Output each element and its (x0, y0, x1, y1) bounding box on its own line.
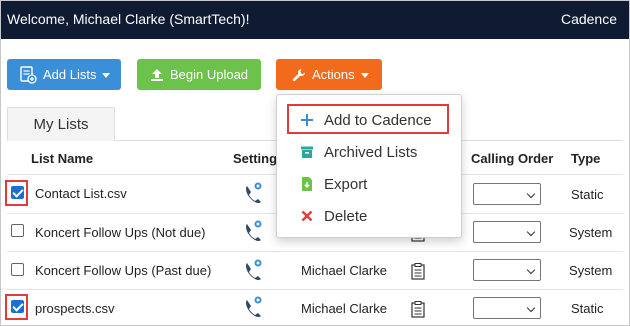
column-header-calling-order: Calling Order (471, 151, 554, 166)
column-header-setting: Setting (233, 151, 278, 166)
archive-icon (299, 144, 315, 160)
list-type: Static (571, 187, 604, 202)
calling-order-select[interactable] (473, 183, 541, 205)
highlight-box (287, 104, 449, 134)
calling-order-select[interactable] (473, 297, 541, 319)
list-name[interactable]: Contact List.csv (35, 186, 127, 201)
menu-item-export[interactable]: Export (277, 169, 461, 199)
row-checkbox[interactable] (11, 300, 24, 313)
row-checkbox[interactable] (11, 263, 24, 276)
delete-x-icon (299, 208, 315, 224)
menu-item-delete[interactable]: Delete (277, 201, 461, 231)
add-list-icon (19, 65, 37, 84)
row-divider (7, 289, 623, 290)
add-lists-button[interactable]: Add Lists (7, 59, 121, 90)
tab-label: My Lists (33, 116, 89, 133)
begin-upload-label: Begin Upload (169, 67, 249, 82)
begin-upload-button[interactable]: Begin Upload (137, 59, 261, 90)
chevron-down-icon (360, 72, 369, 78)
actions-label: Actions (312, 67, 355, 82)
document-icon[interactable] (411, 263, 425, 280)
phone-settings-icon[interactable] (243, 294, 267, 320)
chevron-down-icon (102, 72, 111, 78)
menu-item-label: Delete (324, 207, 368, 225)
actions-button[interactable]: Actions (276, 59, 382, 90)
list-type: Static (571, 301, 604, 316)
tab-my-lists[interactable]: My Lists (7, 107, 115, 141)
list-name[interactable]: Koncert Follow Ups (Not due) (35, 225, 206, 240)
upload-icon (150, 68, 164, 82)
welcome-text: Welcome, Michael Clarke (SmartTech)! (7, 11, 250, 27)
phone-settings-icon[interactable] (243, 257, 267, 283)
column-header-type: Type (571, 151, 601, 166)
list-type: System (569, 225, 613, 240)
list-name[interactable]: prospects.csv (35, 301, 114, 316)
brand-name: Cadence (560, 11, 617, 27)
list-owner: Michael Clarke (301, 301, 387, 316)
document-icon[interactable] (411, 301, 425, 318)
wrench-icon (292, 68, 306, 82)
actions-dropdown-menu: Add to Cadence Archived Lists Export Del… (276, 94, 462, 238)
column-header-list-name: List Name (31, 151, 94, 166)
list-type: System (569, 263, 613, 278)
export-file-icon (299, 176, 315, 192)
top-bar: Welcome, Michael Clarke (SmartTech)! Cad… (1, 1, 629, 39)
row-checkbox[interactable] (11, 186, 24, 199)
list-owner: Michael Clarke (301, 263, 387, 278)
row-checkbox[interactable] (11, 224, 24, 237)
menu-item-label: Export (324, 175, 368, 193)
phone-settings-icon[interactable] (243, 218, 267, 244)
list-name[interactable]: Koncert Follow Ups (Past due) (35, 263, 211, 278)
add-lists-label: Add Lists (43, 67, 97, 82)
menu-item-label: Archived Lists (324, 143, 418, 161)
menu-item-archived-lists[interactable]: Archived Lists (277, 137, 461, 167)
calling-order-select[interactable] (473, 259, 541, 281)
phone-settings-icon[interactable] (243, 180, 267, 206)
calling-order-select[interactable] (473, 221, 541, 243)
row-divider (7, 251, 623, 252)
app-frame: Welcome, Michael Clarke (SmartTech)! Cad… (0, 0, 630, 326)
